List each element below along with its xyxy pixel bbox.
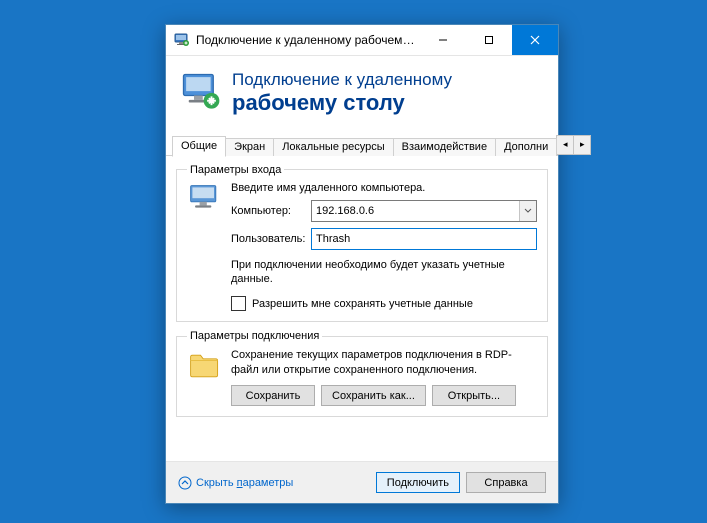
dialog-footer: Скрыть параметры Подключить Справка (166, 461, 558, 503)
chevron-down-icon[interactable] (519, 201, 536, 221)
header-line2: рабочему столу (232, 90, 452, 115)
tab-body-general: Параметры входа Введите имя удаленного к… (166, 156, 558, 461)
rdp-dialog-window: Подключение к удаленному рабочему с... (165, 24, 559, 504)
rdp-app-icon (174, 32, 190, 48)
tab-experience[interactable]: Взаимодействие (393, 138, 496, 156)
tab-local-res[interactable]: Локальные ресурсы (273, 138, 393, 156)
tab-display[interactable]: Экран (225, 138, 274, 156)
help-button[interactable]: Справка (466, 472, 546, 493)
user-input[interactable] (312, 229, 536, 249)
tab-scroll-left[interactable]: ◂ (556, 135, 574, 155)
rdp-header-icon (180, 71, 222, 113)
tab-advanced[interactable]: Дополни (495, 138, 557, 156)
minimize-button[interactable] (420, 25, 466, 55)
connect-button[interactable]: Подключить (376, 472, 460, 493)
window-title: Подключение к удаленному рабочему с... (196, 33, 420, 47)
remember-credentials-checkbox[interactable]: Разрешить мне сохранять учетные данные (231, 296, 537, 311)
maximize-button[interactable] (466, 25, 512, 55)
remember-credentials-label: Разрешить мне сохранять учетные данные (252, 298, 473, 310)
save-button[interactable]: Сохранить (231, 385, 315, 406)
user-label: Пользователь: (231, 233, 311, 245)
connection-desc: Сохранение текущих параметров подключени… (231, 348, 537, 377)
login-settings-legend: Параметры входа (187, 164, 284, 176)
user-field[interactable] (311, 228, 537, 250)
header-line1: Подключение к удаленному (232, 70, 452, 90)
tab-general[interactable]: Общие (172, 136, 226, 157)
save-as-button[interactable]: Сохранить как... (321, 385, 426, 406)
computer-label: Компьютер: (231, 205, 311, 217)
hide-options-link[interactable]: Скрыть параметры (178, 476, 293, 490)
header-text: Подключение к удаленному рабочему столу (232, 70, 452, 115)
tab-scroll-right[interactable]: ▸ (574, 135, 591, 155)
login-instruction: Введите имя удаленного компьютера. (231, 182, 537, 194)
chevron-up-icon (178, 476, 192, 490)
credentials-note: При подключении необходимо будет указать… (231, 258, 537, 287)
login-settings-group: Параметры входа Введите имя удаленного к… (176, 164, 548, 323)
computer-combo[interactable] (311, 200, 537, 222)
dialog-header: Подключение к удаленному рабочему столу (166, 56, 558, 133)
tab-scroll: ◂ ▸ (556, 133, 591, 155)
titlebar[interactable]: Подключение к удаленному рабочему с... (166, 25, 558, 56)
hide-options-text: Скрыть параметры (196, 477, 293, 489)
checkbox-box[interactable] (231, 296, 246, 311)
connection-settings-group: Параметры подключения Сохранение текущих… (176, 330, 548, 417)
open-button[interactable]: Открыть... (432, 385, 516, 406)
computer-input[interactable] (312, 201, 519, 221)
tab-strip: Общие Экран Локальные ресурсы Взаимодейс… (166, 133, 558, 156)
connection-settings-legend: Параметры подключения (187, 330, 322, 342)
window-controls (420, 25, 558, 55)
folder-icon (187, 348, 223, 384)
computer-icon (187, 182, 223, 218)
close-button[interactable] (512, 25, 558, 55)
